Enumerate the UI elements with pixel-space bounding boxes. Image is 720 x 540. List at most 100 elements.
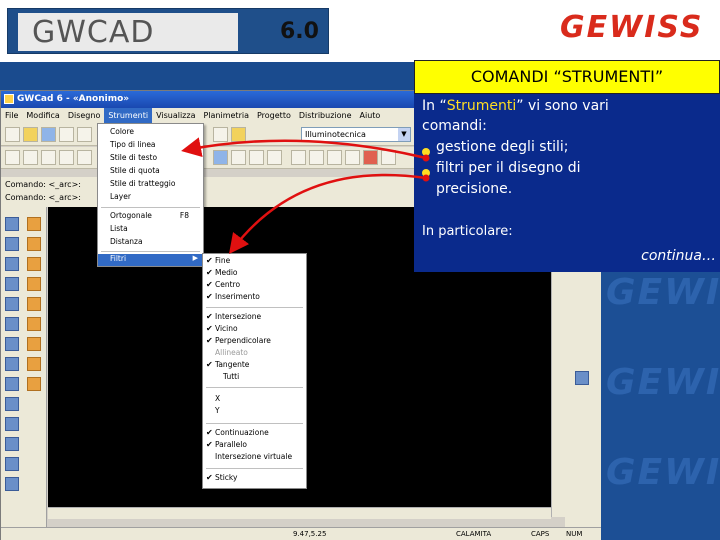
menu-strumenti[interactable]: Strumenti [104,108,153,124]
menu-item-layer[interactable]: Layer [98,192,203,204]
snap-tool-icon[interactable] [575,371,589,385]
arc-icon[interactable] [327,150,342,165]
view-combo[interactable]: Illuminotecnica ▼ [301,127,411,142]
zoom-out-icon[interactable] [41,150,56,165]
gwcad-logo-text: GWCAD [32,14,155,50]
save-icon[interactable] [41,127,56,142]
switch-tool-icon[interactable] [27,237,41,251]
menu-item-ortogonale[interactable]: Ortogonale F8 [98,211,203,223]
menu-planimetria[interactable]: Planimetria [199,108,253,124]
polyline-tool-icon[interactable] [5,237,19,251]
circle-icon[interactable] [345,150,360,165]
filter-continuazione[interactable]: ✔ Continuazione [203,428,306,440]
command-line[interactable]: Comando: <_arc>: [5,193,81,202]
status-caps: CAPS [531,530,550,538]
callout-bullet-1: gestione degli stili; [436,139,569,155]
panel-tool-icon[interactable] [27,277,41,291]
filter-intersezione-virtuale[interactable]: Intersezione virtuale [203,452,306,464]
callout-title: COMANDI “STRUMENTI” [414,60,720,94]
cabinet-tool-icon[interactable] [27,317,41,331]
lamp-tool-icon[interactable] [27,217,41,231]
menu-file[interactable]: File [1,108,22,124]
book-tool-icon[interactable] [27,297,41,311]
callout-bullet-2: filtri per il disegno di [436,160,581,176]
menu-item-colore[interactable]: Colore [98,127,203,139]
horizontal-scrollbar[interactable] [48,507,551,519]
menu-aiuto[interactable]: Aiuto [356,108,385,124]
cut-icon[interactable] [77,127,92,142]
fillet-tool-icon[interactable] [5,417,19,431]
polyline-icon[interactable] [309,150,324,165]
checkmark-icon: ✔ [206,256,213,265]
menu-progetto[interactable]: Progetto [253,108,295,124]
filter-allineato: Allineato [203,348,306,360]
menu-item-stile-tratteggio[interactable]: Stile di tratteggio [98,179,203,191]
filter-vicino[interactable]: ✔ Vicino [203,324,306,336]
menu-modifica[interactable]: Modifica [22,108,63,124]
callout-intro: In “Strumenti” vi sono vari [422,98,609,114]
filter-fine[interactable]: ✔ Fine [203,256,306,268]
polar-icon[interactable] [267,150,282,165]
zoom-all-icon[interactable] [77,150,92,165]
trim-tool-icon[interactable] [5,377,19,391]
dimension-tool-icon[interactable] [5,437,19,451]
chevron-down-icon[interactable]: ▼ [398,128,410,141]
arc-tool-icon[interactable] [5,257,19,271]
menu-item-label: Filtri [110,254,127,263]
line-icon[interactable] [291,150,306,165]
menu-item-label: Medio [215,268,238,277]
hatch-tool-icon[interactable] [5,457,19,471]
lamp-icon[interactable] [231,127,246,142]
extend-tool-icon[interactable] [5,397,19,411]
filter-inserimento[interactable]: ✔ Inserimento [203,292,306,304]
filter-centro[interactable]: ✔ Centro [203,280,306,292]
filter-sticky[interactable]: ✔ Sticky [203,473,306,485]
explode-tool-icon[interactable] [5,477,19,491]
socket-tool-icon[interactable] [27,257,41,271]
menu-distribuzione[interactable]: Distribuzione [295,108,356,124]
scale-tool-icon[interactable] [5,357,19,371]
print-tool-icon[interactable] [27,357,41,371]
grid-icon[interactable] [213,150,228,165]
copy-tool-icon[interactable] [5,317,19,331]
gwcad-logo: GWCAD [18,13,238,51]
move-tool-icon[interactable] [5,297,19,311]
menu-item-filtri[interactable]: Filtri ▶ [98,254,203,266]
light-tool-icon[interactable] [27,377,41,391]
menu-item-label: Tutti [223,372,240,381]
text-icon[interactable] [381,150,396,165]
menu-item-label: Stile di testo [110,153,158,162]
snap-icon[interactable] [231,150,246,165]
menu-visualizza[interactable]: Visualizza [152,108,199,124]
new-file-icon[interactable] [5,127,20,142]
ortho-icon[interactable] [249,150,264,165]
zoom-icon[interactable] [5,150,20,165]
filter-tangente[interactable]: ✔ Tangente [203,360,306,372]
layer-icon[interactable] [213,127,228,142]
line-tool-icon[interactable] [5,217,19,231]
menu-item-stile-testo[interactable]: Stile di testo [98,153,203,165]
filter-perpendicolare[interactable]: ✔ Perpendicolare [203,336,306,348]
print-icon[interactable] [59,127,74,142]
menu-item-lista[interactable]: Lista [98,224,203,236]
open-folder-icon[interactable] [23,127,38,142]
filter-intersezione[interactable]: ✔ Intersezione [203,312,306,324]
zoom-in-icon[interactable] [23,150,38,165]
circle-tool-icon[interactable] [5,277,19,291]
filter-y[interactable]: Y [203,406,306,418]
menu-item-tipo-linea[interactable]: Tipo di linea [98,140,203,152]
zoom-window-icon[interactable] [59,150,74,165]
menu-item-distanza[interactable]: Distanza [98,237,203,249]
menu-item-stile-quota[interactable]: Stile di quota [98,166,203,178]
device-tool-icon[interactable] [27,337,41,351]
slide-header: GWCAD 6.0 GEWISS [0,0,720,62]
rotate-tool-icon[interactable] [5,337,19,351]
erase-icon[interactable] [363,150,378,165]
filter-tutti[interactable]: Tutti [203,372,306,384]
menu-disegno[interactable]: Disegno [64,108,105,124]
filter-parallelo[interactable]: ✔ Parallelo [203,440,306,452]
checkmark-icon: ✔ [206,440,213,449]
status-bar: 9.47,5.25 CALAMITA CAPS NUM [1,527,601,540]
filter-x[interactable]: X [203,394,306,406]
filter-medio[interactable]: ✔ Medio [203,268,306,280]
